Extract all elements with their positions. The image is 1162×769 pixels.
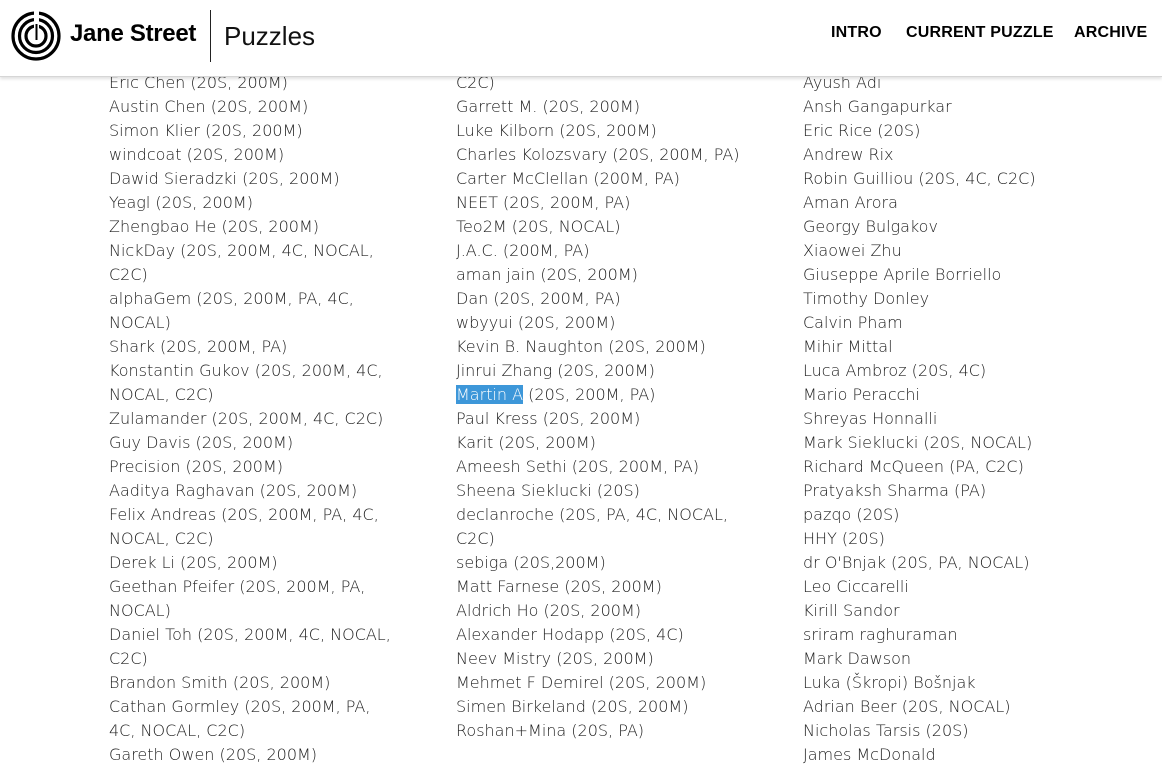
solver-entry: Dan (20S, 200M, PA): [456, 289, 621, 308]
solver-entry: Alexander Hodapp (20S, 4C): [456, 625, 684, 644]
solver-entry: Geethan Pfeifer (20S, 200M, PA, NOCAL): [109, 577, 366, 620]
solver-entry: Simon Klier (20S, 200M): [109, 121, 303, 140]
solver-entry: Mark Sieklucki (20S, NOCAL): [803, 433, 1033, 452]
solver-entry: sriram raghuraman: [803, 625, 958, 644]
solver-entry: Felix Andreas (20S, 200M, PA, 4C, NOCAL,…: [109, 505, 379, 548]
solver-entry: Precision (20S, 200M): [109, 457, 283, 476]
solver-entry: Giuseppe Aprile Borriello: [803, 265, 1002, 284]
nav-archive[interactable]: ARCHIVE: [1074, 24, 1147, 42]
solver-entry: Luke Kilborn (20S, 200M): [456, 121, 657, 140]
solver-entry: Dawid Sieradzki (20S, 200M): [109, 169, 340, 188]
solver-entry: NickDay (20S, 200M, 4C, NOCAL, C2C): [109, 241, 374, 284]
solver-entry: pazqo (20S): [803, 505, 900, 524]
solver-entry: Timothy Donley: [803, 289, 930, 308]
solver-entry: Pratyaksh Sharma (PA): [803, 481, 987, 500]
solver-entry: Aaditya Raghavan (20S, 200M): [109, 481, 358, 500]
solver-entry: Robin Guilliou (20S, 4C, C2C): [803, 169, 1036, 188]
solver-entry: Nicholas Tarsis (20S): [803, 721, 969, 740]
solver-entry: Leo Ciccarelli: [803, 577, 909, 596]
solver-entry: Andrew Rix: [803, 145, 894, 164]
solver-entry: Simen Birkeland (20S, 200M): [456, 697, 689, 716]
solver-entry: declanroche (20S, PA, 4C, NOCAL, C2C): [456, 505, 728, 548]
solver-entry: Mehmet F Demirel (20S, 200M): [456, 673, 707, 692]
solver-entry: Gareth Owen (20S, 200M): [109, 745, 318, 764]
section-title[interactable]: Puzzles: [224, 21, 315, 52]
solver-entry: Georgy Bulgakov: [803, 217, 938, 236]
site-header: Jane Street Puzzles INTRO CURRENT PUZZLE…: [0, 0, 1162, 77]
solver-entry: Zulamander (20S, 200M, 4C, C2C): [109, 409, 384, 428]
solver-entry: Aman Arora: [803, 193, 898, 212]
solver-entry: Guy Davis (20S, 200M): [109, 433, 294, 452]
solver-entry: Jinrui Zhang (20S, 200M): [456, 361, 655, 380]
solver-entry: Calvin Pham: [803, 313, 903, 332]
solver-entry: sebiga (20S,200M): [456, 553, 606, 572]
solver-entry: Kevin B. Naughton (20S, 200M): [456, 337, 706, 356]
solver-entry: J.A.C. (200M, PA): [456, 241, 590, 260]
solver-entry: Mihir Mittal: [803, 337, 893, 356]
solver-column-1: Eric Chen (20S, 200M) Austin Chen (20S, 2…: [109, 71, 399, 767]
solver-entry: Mark Dawson: [803, 649, 912, 668]
solver-entry: Sheena Sieklucki (20S): [456, 481, 640, 500]
solver-entry: Cathan Gormley (20S, 200M, PA, 4C, NOCAL…: [109, 697, 371, 740]
solver-entry: Kirill Sandor: [803, 601, 900, 620]
solver-entry: Adrian Beer (20S, NOCAL): [803, 697, 1011, 716]
solver-entry: Matt Farnese (20S, 200M): [456, 577, 662, 596]
brand-name[interactable]: Jane Street: [70, 20, 196, 48]
solver-entry: Brandon Smith (20S, 200M): [109, 673, 331, 692]
solver-entry: Daniel Toh (20S, 200M, 4C, NOCAL, C2C): [109, 625, 391, 668]
solver-entry: Yeagl (20S, 200M): [109, 193, 253, 212]
nav-intro[interactable]: INTRO: [831, 24, 882, 42]
solver-entry: NEET (20S, 200M, PA): [456, 193, 631, 212]
solver-entry: windcoat (20S, 200M): [109, 145, 285, 164]
jane-street-logo-icon[interactable]: [11, 11, 61, 61]
nav-current-puzzle[interactable]: CURRENT PUZZLE: [906, 24, 1054, 42]
solver-entry-rest: (20S, 200M, PA): [523, 385, 656, 404]
solver-entry: Shark (20S, 200M, PA): [109, 337, 288, 356]
solver-entry: aman jain (20S, 200M): [456, 265, 638, 284]
solver-entry: Konstantin Gukov (20S, 200M, 4C, NOCAL, …: [109, 361, 383, 404]
solver-entry: Austin Chen (20S, 200M): [109, 97, 309, 116]
solver-entry: Luca Ambroz (20S, 4C): [803, 361, 987, 380]
solver-entry: Luka (Škropi) Bošnjak: [803, 673, 976, 692]
selected-text: Martin A: [456, 385, 524, 404]
solver-column-3: Ayush Adi Ansh Gangapurkar Eric Rice (20S)…: [803, 71, 1093, 767]
solver-entry: Xiaowei Zhu: [803, 241, 902, 260]
solver-entry: alphaGem (20S, 200M, PA, 4C, NOCAL): [109, 289, 354, 332]
solver-entry: Teo2M (20S, NOCAL): [456, 217, 621, 236]
solver-entry: Martin A (20S, 200M, PA): [456, 383, 746, 407]
solver-entry: Karit (20S, 200M): [456, 433, 596, 452]
solver-entry: Richard McQueen (PA, C2C): [803, 457, 1024, 476]
solver-entry: Shreyas Honnalli: [803, 409, 938, 428]
solver-entry: Derek Li (20S, 200M): [109, 553, 278, 572]
solver-entry: Carter McClellan (200M, PA): [456, 169, 680, 188]
solver-entry: Aldrich Ho (20S, 200M): [456, 601, 642, 620]
solver-entry: James McDonald: [803, 745, 936, 764]
solver-column-2: C2C) Garrett M. (20S, 200M) Luke Kilborn (…: [456, 71, 746, 743]
solver-entry: Garrett M. (20S, 200M): [456, 97, 640, 116]
solver-entry: Ansh Gangapurkar: [803, 97, 952, 116]
solver-entry: Ameesh Sethi (20S, 200M, PA): [456, 457, 699, 476]
solver-entry: dr O'Bnjak (20S, PA, NOCAL): [803, 553, 1030, 572]
solver-entry: Neev Mistry (20S, 200M): [456, 649, 654, 668]
solver-entry: Charles Kolozsvary (20S, 200M, PA): [456, 145, 740, 164]
solver-entry: Mario Peracchi: [803, 385, 920, 404]
solver-entry: Paul Kress (20S, 200M): [456, 409, 641, 428]
solver-entry: Zhengbao He (20S, 200M): [109, 217, 319, 236]
solver-entry: Roshan+Mina (20S, PA): [456, 721, 645, 740]
solver-entry: wbyyui (20S, 200M): [456, 313, 616, 332]
solver-entry: HHY (20S): [803, 529, 885, 548]
header-divider: [210, 10, 211, 62]
solver-entry: Eric Rice (20S): [803, 121, 921, 140]
